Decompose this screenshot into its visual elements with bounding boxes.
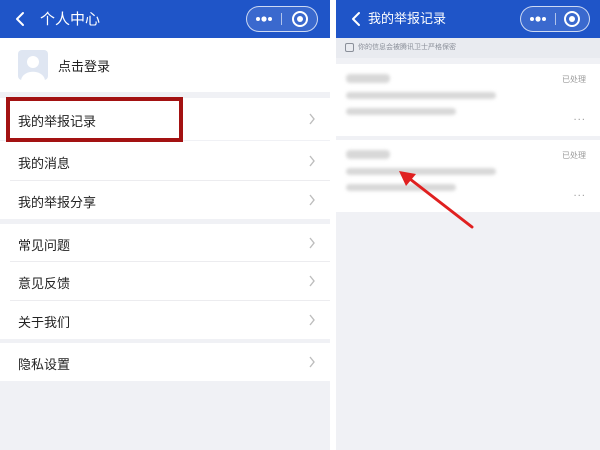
menu-item-label: 隐私设置 (18, 358, 71, 373)
mini-program-capsule (246, 6, 318, 32)
arrow-annotation (399, 171, 474, 229)
blurred-content (346, 108, 456, 115)
back-icon[interactable] (12, 10, 28, 28)
check-icon (345, 43, 354, 52)
chevron-right-icon (309, 356, 315, 368)
navbar-title: 我的举报记录 (368, 12, 447, 27)
menu-item-label: 意见反馈 (18, 277, 71, 292)
chevron-right-icon (309, 113, 315, 125)
more-icon[interactable] (247, 7, 281, 31)
chevron-right-icon (309, 275, 315, 287)
navbar-title: 个人中心 (40, 10, 101, 28)
blurred-content (346, 92, 496, 99)
chevron-right-icon (309, 155, 315, 167)
menu-item-about[interactable]: 关于我们 (0, 301, 330, 339)
capsule-divider (281, 13, 282, 25)
chevron-right-icon (309, 194, 315, 206)
navbar: 我的举报记录 (336, 0, 600, 38)
more-icon[interactable]: ··· (573, 115, 586, 126)
menu-item-privacy[interactable]: 隐私设置 (0, 343, 330, 381)
menu-item-messages[interactable]: 我的消息 (0, 141, 330, 181)
mini-program-capsule (520, 6, 590, 32)
report-record-card[interactable]: 已处理 ··· (336, 64, 600, 136)
more-icon[interactable]: ··· (573, 191, 586, 202)
personal-center-screen: 个人中心 点击登录 我的举报记录 我的消息 我的举报分享 常见问题 意见反馈 关… (0, 0, 330, 450)
target-icon[interactable] (283, 7, 317, 31)
menu-item-report-share[interactable]: 我的举报分享 (0, 181, 330, 219)
chevron-right-icon (309, 237, 315, 249)
record-status: 已处理 (562, 151, 586, 160)
privacy-notice-text: 你的信息会被腾讯卫士严格保密 (358, 43, 456, 51)
login-row[interactable]: 点击登录 (0, 38, 330, 92)
avatar-icon (18, 50, 48, 80)
menu-item-label: 常见问题 (18, 239, 71, 254)
menu-item-feedback[interactable]: 意见反馈 (0, 262, 330, 301)
privacy-notice: 你的信息会被腾讯卫士严格保密 (336, 38, 600, 58)
highlight-box (6, 97, 183, 142)
blurred-content (346, 150, 390, 159)
target-icon[interactable] (555, 7, 589, 31)
chevron-right-icon (309, 314, 315, 326)
back-icon[interactable] (348, 10, 364, 28)
menu-item-label: 我的举报分享 (18, 196, 97, 211)
more-icon[interactable] (521, 7, 555, 31)
menu-item-label: 关于我们 (18, 316, 71, 331)
menu-item-label: 我的消息 (18, 157, 71, 172)
navbar: 个人中心 (0, 0, 330, 38)
blurred-content (346, 74, 390, 83)
menu-item-faq[interactable]: 常见问题 (0, 224, 330, 262)
login-label: 点击登录 (58, 60, 111, 75)
record-status: 已处理 (562, 75, 586, 84)
